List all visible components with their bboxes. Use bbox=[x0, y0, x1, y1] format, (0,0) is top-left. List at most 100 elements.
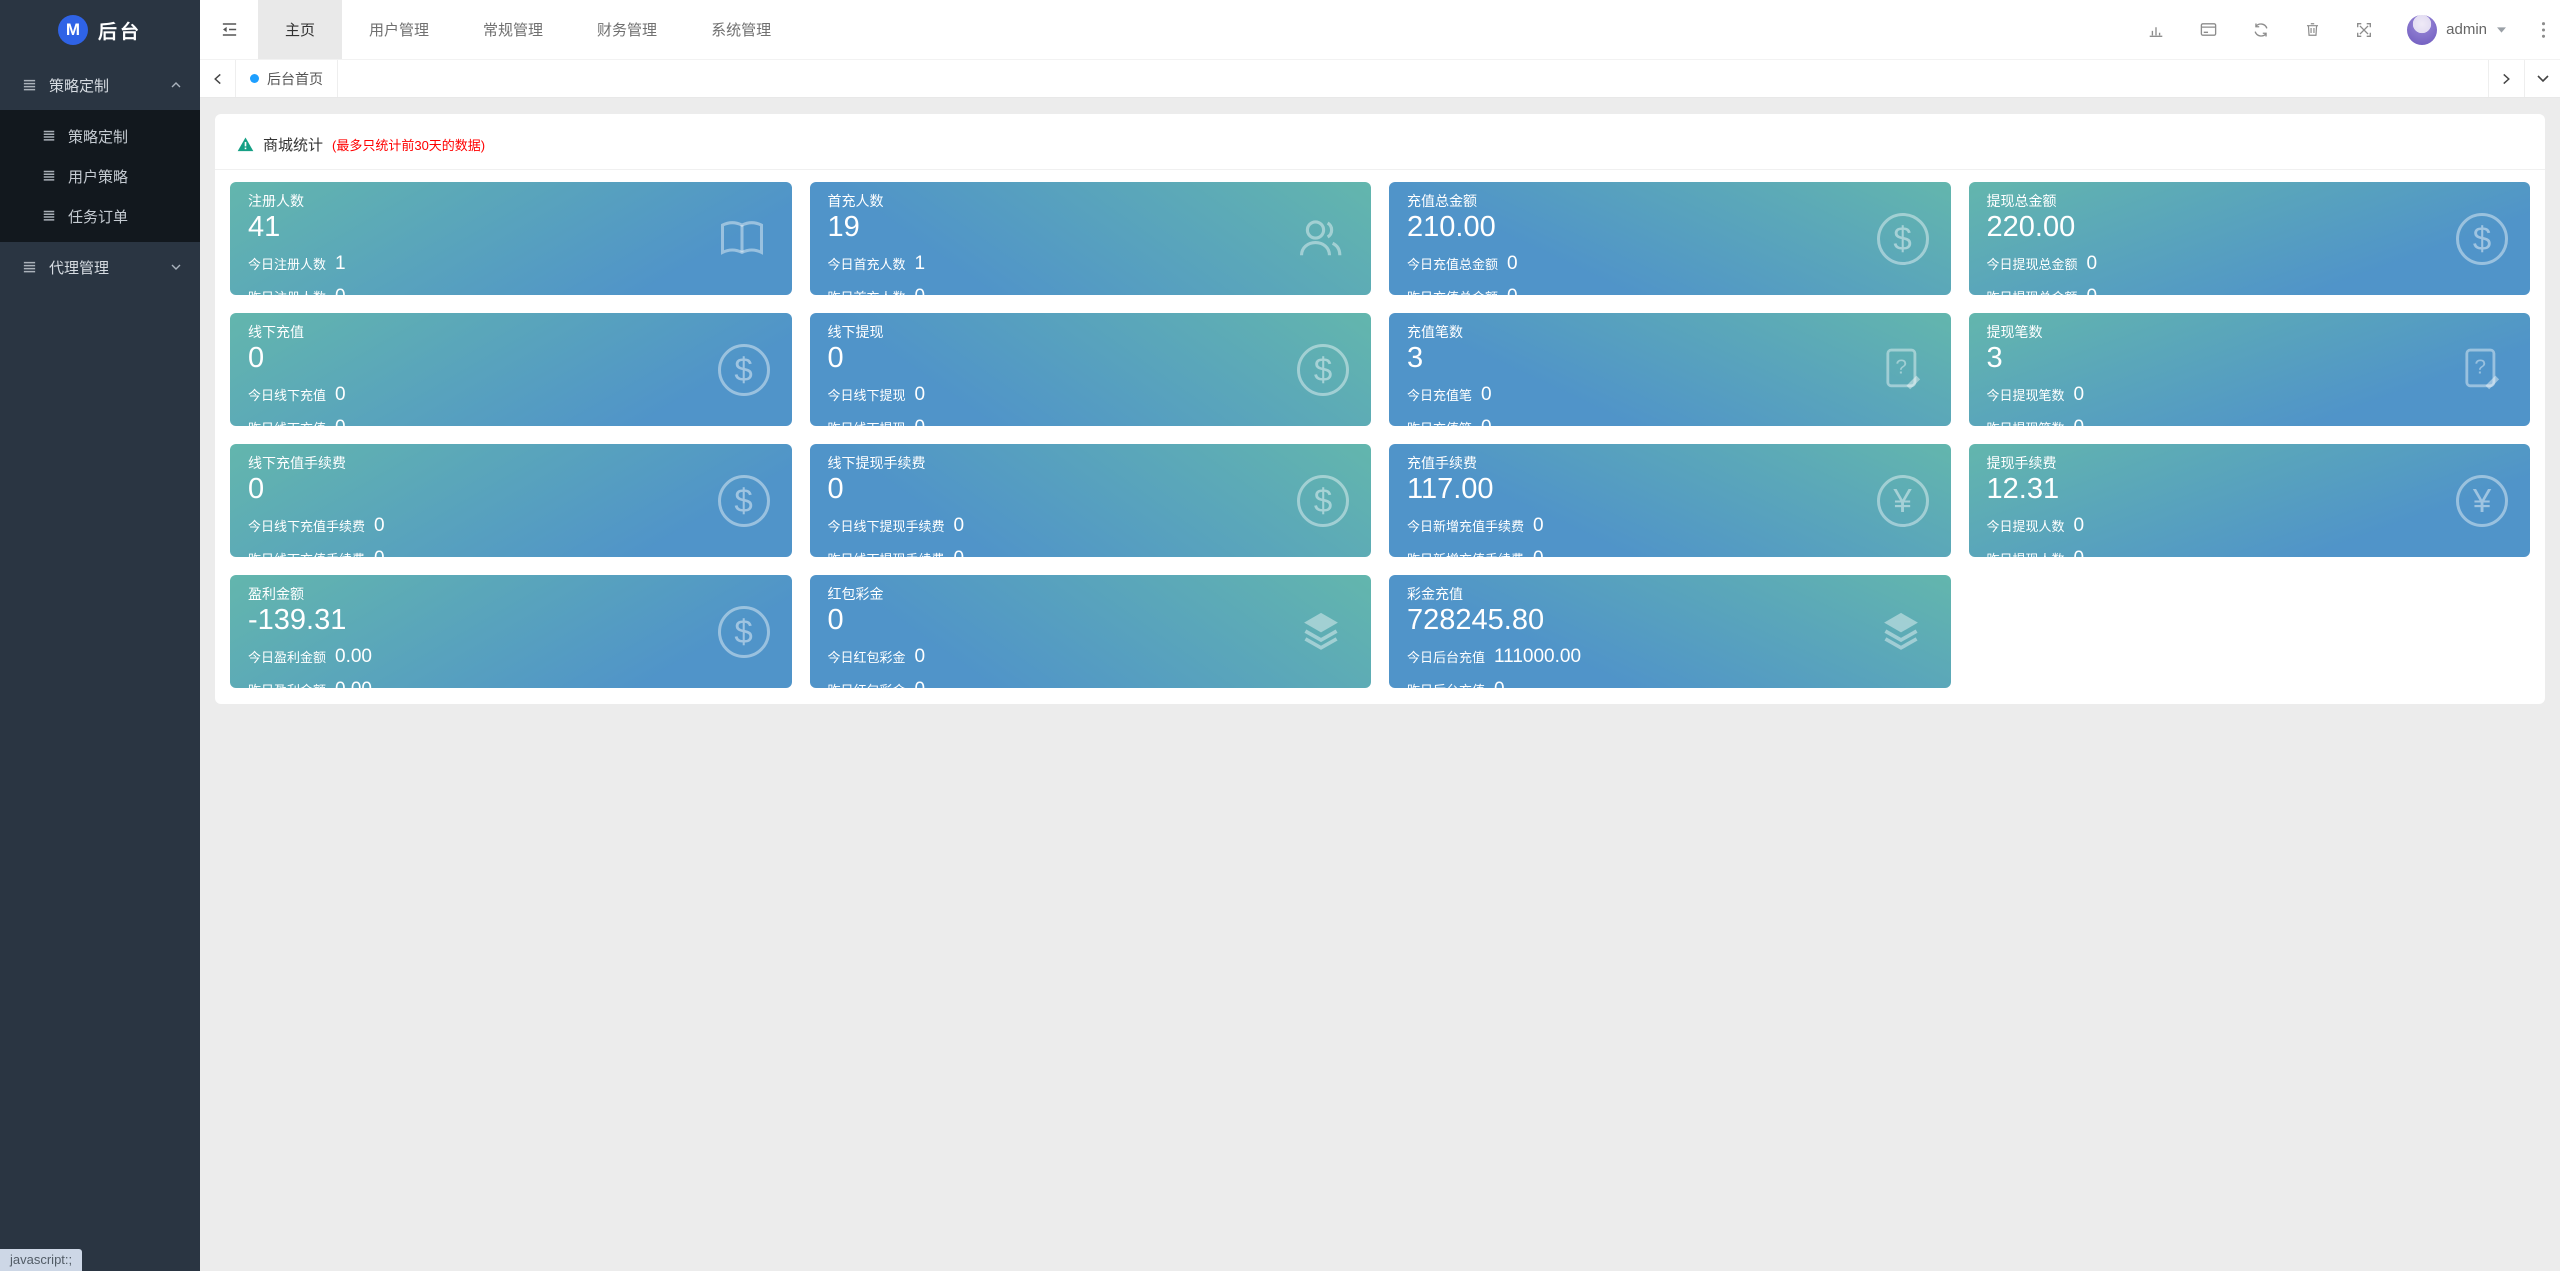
caret-down-icon bbox=[2496, 26, 2507, 34]
card-row-value: 0 bbox=[1481, 378, 1492, 412]
user-menu[interactable]: admin bbox=[2407, 15, 2507, 45]
book-icon bbox=[714, 213, 770, 265]
chevron-up-icon bbox=[170, 79, 182, 91]
sidebar-item-strategy-custom[interactable]: 策略定制 bbox=[0, 116, 200, 156]
card-today-row: 今日提现总金额0 bbox=[1987, 247, 2513, 281]
nav-tab-system[interactable]: 系统管理 bbox=[684, 0, 798, 59]
sidebar-item-user-strategy[interactable]: 用户策略 bbox=[0, 156, 200, 196]
card-row-label: 昨日提现笔数 bbox=[1987, 417, 2065, 426]
list-icon bbox=[42, 209, 56, 223]
card-title: 线下充值手续费 bbox=[248, 454, 774, 472]
card-row-label: 今日提现总金额 bbox=[1987, 253, 2078, 276]
nav-tab-finance[interactable]: 财务管理 bbox=[570, 0, 684, 59]
card-row-label: 今日新增充值手续费 bbox=[1407, 515, 1524, 538]
avatar[interactable] bbox=[2407, 15, 2437, 45]
stat-card: 线下充值手续费0今日线下充值手续费0昨日线下充值手续费0$ bbox=[230, 444, 792, 557]
card-row-value: 0 bbox=[954, 542, 965, 557]
tabs-scroll-right-button[interactable] bbox=[2488, 60, 2524, 97]
sidebar-collapse-button[interactable] bbox=[200, 0, 258, 59]
card-title: 提现手续费 bbox=[1987, 454, 2513, 472]
list-icon bbox=[22, 78, 37, 93]
card-yesterday-row: 昨日线下充值手续费0 bbox=[248, 542, 774, 557]
card-row-value: 0 bbox=[915, 640, 926, 674]
tabs-menu-button[interactable] bbox=[2524, 60, 2560, 97]
card-row-value: 0 bbox=[2074, 378, 2085, 412]
card-today-row: 今日盈利金额0.00 bbox=[248, 640, 774, 674]
stat-card: 彩金充值728245.80今日后台充值111000.00昨日后台充值0 bbox=[1389, 575, 1951, 688]
card-row-value: 0 bbox=[2074, 509, 2085, 543]
doc-question-icon: ? bbox=[2456, 344, 2508, 396]
sidebar-group-strategy[interactable]: 策略定制 bbox=[0, 60, 200, 110]
card-row-value: 0 bbox=[335, 411, 346, 426]
card-title: 注册人数 bbox=[248, 192, 774, 210]
card-row-value: 1 bbox=[915, 247, 926, 281]
card-row-label: 今日红包彩金 bbox=[828, 646, 906, 669]
card-today-row: 今日充值总金额0 bbox=[1407, 247, 1933, 281]
card-row-label: 今日线下提现手续费 bbox=[828, 515, 945, 538]
nav-tab-home[interactable]: 主页 bbox=[258, 0, 342, 59]
card-row-label: 昨日提现总金额 bbox=[1987, 286, 2078, 295]
card-yesterday-row: 昨日线下充值0 bbox=[248, 411, 774, 426]
users-icon bbox=[1291, 212, 1349, 266]
active-tab-dot bbox=[250, 74, 259, 83]
card-row-label: 今日注册人数 bbox=[248, 253, 326, 276]
card-title: 盈利金额 bbox=[248, 585, 774, 603]
bar-chart-icon[interactable] bbox=[2147, 21, 2165, 39]
card-today-row: 今日红包彩金 0 bbox=[828, 640, 1354, 674]
app-logo[interactable]: M 后台 bbox=[0, 0, 200, 60]
sidebar-item-label: 任务订单 bbox=[68, 206, 128, 227]
card-value: 220.00 bbox=[1987, 211, 2513, 244]
sidebar-group-label: 策略定制 bbox=[49, 75, 109, 96]
refresh-icon[interactable] bbox=[2252, 21, 2270, 39]
fullscreen-icon[interactable] bbox=[2355, 21, 2373, 39]
card-row-label: 昨日线下提现 bbox=[828, 417, 906, 426]
card-value: 210.00 bbox=[1407, 211, 1933, 244]
card-yesterday-row: 昨日注册人数0 bbox=[248, 280, 774, 295]
card-row-value: 1 bbox=[335, 247, 346, 281]
dollar-circle-icon: $ bbox=[718, 475, 770, 527]
sidebar-group-agent[interactable]: 代理管理 bbox=[0, 242, 200, 292]
svg-text:?: ? bbox=[1895, 355, 1906, 378]
stat-card: 线下充值0今日线下充值0昨日线下充值0$ bbox=[230, 313, 792, 426]
card-row-value: 0.00 bbox=[335, 640, 372, 674]
card-row-value: 0 bbox=[335, 280, 346, 295]
doc-question-icon: ? bbox=[1877, 344, 1929, 396]
outdent-icon bbox=[220, 20, 239, 39]
card-row-value: 0 bbox=[2074, 411, 2085, 426]
main-content: 商城统计 (最多只统计前30天的数据) 注册人数41今日注册人数1昨日注册人数0… bbox=[200, 98, 2560, 1271]
card-value: 728245.80 bbox=[1407, 604, 1933, 637]
dollar-circle-icon: $ bbox=[1297, 475, 1349, 527]
nav-tab-general[interactable]: 常规管理 bbox=[456, 0, 570, 59]
card-row-value: 0 bbox=[954, 509, 965, 543]
list-icon bbox=[42, 169, 56, 183]
card-today-row: 今日充值笔 0 bbox=[1407, 378, 1933, 412]
card-row-value: 0 bbox=[915, 411, 926, 426]
stat-card: 提现笔数3今日提现笔数0昨日提现笔数0? bbox=[1969, 313, 2531, 426]
stats-panel: 商城统计 (最多只统计前30天的数据) 注册人数41今日注册人数1昨日注册人数0… bbox=[215, 114, 2545, 704]
card-today-row: 今日线下充值0 bbox=[248, 378, 774, 412]
dollar-circle-icon: $ bbox=[1297, 344, 1349, 396]
card-title: 线下提现 bbox=[828, 323, 1354, 341]
card-row-value: 0 bbox=[1533, 542, 1544, 557]
trash-icon[interactable] bbox=[2304, 21, 2321, 38]
card-row-value: 0 bbox=[1533, 509, 1544, 543]
sidebar-item-task-orders[interactable]: 任务订单 bbox=[0, 196, 200, 236]
card-row-value: 0 bbox=[915, 378, 926, 412]
card-title: 红包彩金 bbox=[828, 585, 1354, 603]
card-title: 充值手续费 bbox=[1407, 454, 1933, 472]
card-row-value: 0 bbox=[1507, 247, 1518, 281]
tab-dashboard-home[interactable]: 后台首页 bbox=[236, 60, 338, 97]
panel-icon[interactable] bbox=[2199, 20, 2218, 39]
stat-card: 盈利金额-139.31今日盈利金额0.00昨日盈利金额0.00$ bbox=[230, 575, 792, 688]
stat-card: 注册人数41今日注册人数1昨日注册人数0 bbox=[230, 182, 792, 295]
card-row-label: 今日充值笔 bbox=[1407, 384, 1472, 407]
tabs-scroll-left-button[interactable] bbox=[200, 60, 236, 97]
card-row-value: 0 bbox=[1494, 673, 1505, 688]
card-row-label: 昨日后台充值 bbox=[1407, 679, 1485, 688]
card-value: 19 bbox=[828, 211, 1354, 244]
kebab-menu-icon[interactable] bbox=[2541, 21, 2546, 39]
card-value: 0 bbox=[248, 342, 774, 375]
nav-tab-users[interactable]: 用户管理 bbox=[342, 0, 456, 59]
card-row-label: 昨日红包彩金 bbox=[828, 679, 906, 688]
card-row-value: 0.00 bbox=[335, 673, 372, 688]
